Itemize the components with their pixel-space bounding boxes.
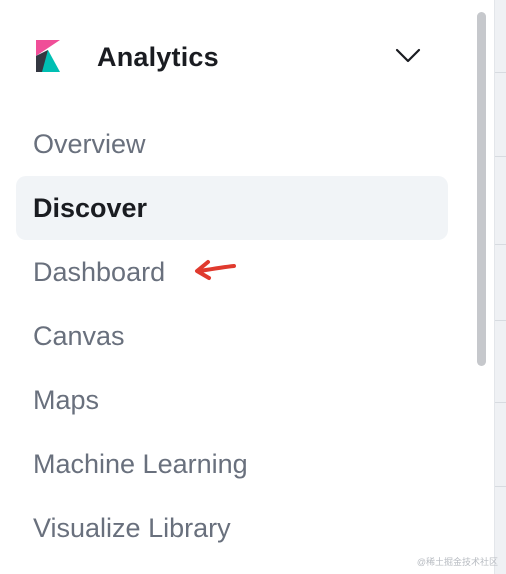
nav-item-label: Dashboard [33, 257, 166, 287]
nav-item-label: Maps [33, 385, 100, 415]
watermark: @稀土掘金技术社区 [416, 557, 498, 567]
nav-item-label: Visualize Library [33, 513, 231, 543]
nav-item-label: Canvas [33, 321, 125, 351]
nav-item-label: Overview [33, 129, 146, 159]
nav-item-label: Discover [33, 193, 148, 223]
chevron-down-icon[interactable] [395, 47, 421, 64]
nav-item-discover[interactable]: Discover [16, 176, 448, 240]
nav-group-header[interactable]: Analytics [0, 0, 470, 112]
kibana-logo-icon [36, 40, 60, 72]
nav-item-maps[interactable]: Maps [16, 368, 448, 432]
nav-group-title: Analytics [97, 42, 219, 72]
nav-item-machine-learning[interactable]: Machine Learning [16, 432, 448, 496]
nav-item-overview[interactable]: Overview [16, 112, 448, 176]
analytics-nav-panel: Analytics Overview Discover Dashboard Ca… [0, 0, 506, 574]
nav-item-canvas[interactable]: Canvas [16, 304, 448, 368]
nav-item-label: Machine Learning [33, 449, 248, 479]
red-arrow-icon [195, 260, 236, 280]
adjacent-panel-edge [494, 0, 506, 574]
nav-item-visualize-library[interactable]: Visualize Library [16, 496, 448, 560]
scrollbar-thumb[interactable] [477, 12, 486, 366]
